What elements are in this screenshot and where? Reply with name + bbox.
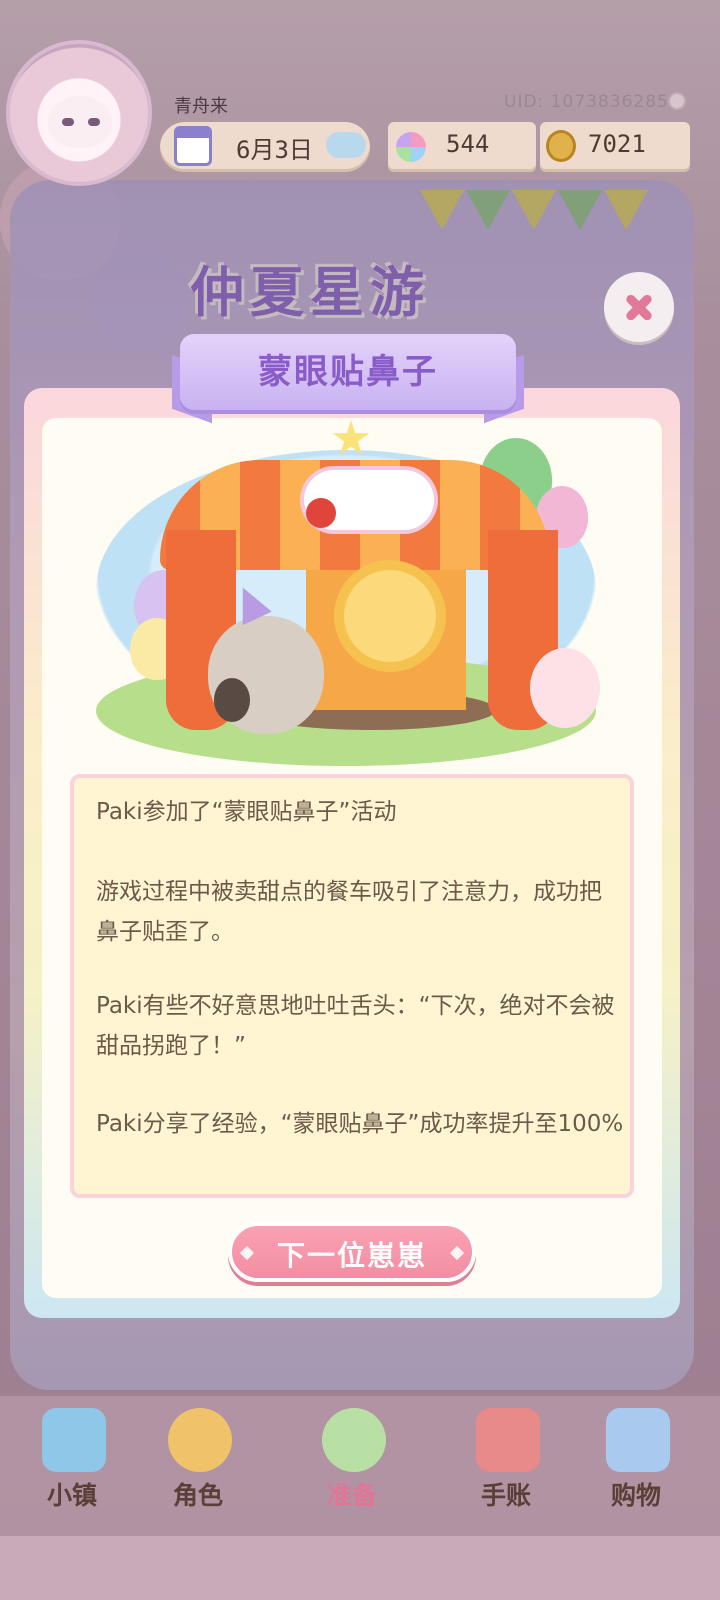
character-icon — [168, 1408, 232, 1472]
weather-cloud-icon — [326, 132, 366, 158]
system-bottom-bar — [0, 1536, 720, 1600]
girl-character — [530, 648, 600, 728]
player-uid: UID: 1073836285 — [504, 92, 669, 112]
close-button[interactable] — [604, 272, 674, 342]
date-value: 6月3日 — [236, 136, 313, 164]
next-character-label: 下一位崽崽 — [276, 1239, 427, 1272]
journal-icon — [476, 1408, 540, 1472]
nav-item-character[interactable]: 角色 — [138, 1400, 258, 1520]
dialog-title: 蒙眼贴鼻子 — [258, 352, 438, 392]
circus-tent-illustration — [96, 420, 636, 770]
clown-character — [344, 570, 436, 662]
coin-count: 7021 — [588, 130, 646, 158]
shopping-bag-icon — [606, 1408, 670, 1472]
gem-icon — [396, 132, 426, 162]
story-paragraph-3: Paki有些不好意思地吐吐舌头：“下次，绝对不会被甜品拐跑了！” — [96, 993, 615, 1059]
nav-item-prepare[interactable]: 准备 — [292, 1400, 412, 1520]
map-icon — [42, 1408, 106, 1472]
story-paragraph-2: 游戏过程中被卖甜点的餐车吸引了注意力，成功把鼻子贴歪了。 — [96, 879, 602, 945]
coin-icon — [546, 130, 576, 162]
player-avatar[interactable] — [6, 40, 152, 186]
nav-item-shop[interactable]: 购物 — [576, 1400, 696, 1520]
player-name: 青舟来 — [174, 96, 228, 117]
red-nose-ball — [306, 498, 336, 528]
copy-icon[interactable] — [668, 92, 686, 110]
bouquet-icon — [322, 1408, 386, 1472]
calendar-icon — [174, 126, 212, 166]
gem-count: 544 — [446, 130, 490, 158]
story-paragraph-1: Paki参加了“蒙眼贴鼻子”活动 — [96, 799, 397, 825]
nav-label-journal: 手账 — [480, 1481, 531, 1510]
nav-label-shop: 购物 — [610, 1481, 661, 1510]
story-paragraph-4: Paki分享了经验，“蒙眼贴鼻子”成功率提升至100% — [96, 1111, 624, 1137]
nav-label-town: 小镇 — [46, 1481, 97, 1510]
nav-label-prepare: 准备 — [326, 1481, 377, 1510]
nav-item-journal[interactable]: 手账 — [446, 1400, 566, 1520]
nav-label-character: 角色 — [172, 1481, 223, 1510]
nav-item-town[interactable]: 小镇 — [12, 1400, 132, 1520]
